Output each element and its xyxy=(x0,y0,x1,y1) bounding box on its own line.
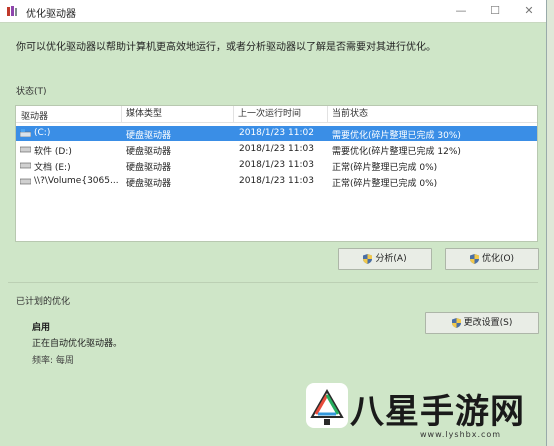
maximize-button[interactable]: ☐ xyxy=(478,0,512,22)
drive-row[interactable]: 软件 (D:) 硬盘驱动器 2018/1/23 11:03 需要优化(碎片整理已… xyxy=(16,142,537,157)
optimize-drives-window: 优化驱动器 — ☐ ✕ 你可以优化驱动器以帮助计算机更高效地运行，或者分析驱动器… xyxy=(0,0,547,446)
last-run-time: 2018/1/23 11:03 xyxy=(239,160,314,170)
current-status: 正常(碎片整理已完成 0%) xyxy=(332,163,438,173)
optimize-button-label: 优化(O) xyxy=(481,254,515,264)
media-type: 硬盘驱动器 xyxy=(126,163,172,173)
uac-shield-icon xyxy=(363,253,373,264)
title-bar[interactable]: 优化驱动器 — ☐ ✕ xyxy=(0,0,546,23)
status-label: 状态(T) xyxy=(16,87,47,97)
media-type: 硬盘驱动器 xyxy=(126,179,172,189)
hard-drive-icon xyxy=(20,162,31,169)
schedule-description: 正在自动优化驱动器。 xyxy=(32,339,123,349)
column-header-current-status[interactable]: 当前状态 xyxy=(327,106,368,122)
last-run-time: 2018/1/23 11:02 xyxy=(239,128,314,138)
watermark-logo xyxy=(306,383,348,428)
drive-row[interactable]: \\?\Volume{3065... 硬盘驱动器 2018/1/23 11:03… xyxy=(16,174,537,189)
drive-list[interactable]: 驱动器 媒体类型 上一次运行时间 当前状态 (C:) 硬盘驱动器 2018/1/… xyxy=(15,105,538,242)
analyze-button[interactable]: 分析(A) xyxy=(338,248,432,270)
current-status: 需要优化(碎片整理已完成 12%) xyxy=(332,147,461,157)
schedule-frequency: 频率: 每周 xyxy=(32,356,74,366)
current-status: 正常(碎片整理已完成 0%) xyxy=(332,179,438,189)
media-type: 硬盘驱动器 xyxy=(126,131,172,141)
drive-row[interactable]: 文档 (E:) 硬盘驱动器 2018/1/23 11:03 正常(碎片整理已完成… xyxy=(16,158,537,173)
optimize-button[interactable]: 优化(O) xyxy=(445,248,539,270)
watermark-logo-icon xyxy=(310,388,344,425)
column-header-last-run[interactable]: 上一次运行时间 xyxy=(233,106,301,122)
drive-name: 软件 (D:) xyxy=(34,147,72,157)
current-status: 需要优化(碎片整理已完成 30%) xyxy=(332,131,461,141)
minimize-button[interactable]: — xyxy=(444,0,478,22)
drive-name: (C:) xyxy=(34,128,51,138)
window-title: 优化驱动器 xyxy=(26,9,76,20)
intro-text: 你可以优化驱动器以帮助计算机更高效地运行，或者分析驱动器以了解是否需要对其进行优… xyxy=(16,42,436,53)
uac-shield-icon xyxy=(451,317,461,328)
analyze-button-label: 分析(A) xyxy=(375,254,407,264)
last-run-time: 2018/1/23 11:03 xyxy=(239,176,314,186)
last-run-time: 2018/1/23 11:03 xyxy=(239,144,314,154)
close-button[interactable]: ✕ xyxy=(512,0,546,22)
change-settings-button-label: 更改设置(S) xyxy=(463,318,513,328)
change-settings-button[interactable]: 更改设置(S) xyxy=(425,312,539,334)
hard-drive-icon xyxy=(20,146,31,153)
drive-list-header: 驱动器 媒体类型 上一次运行时间 当前状态 xyxy=(16,106,537,123)
scheduled-optimization-label: 已计划的优化 xyxy=(16,297,71,307)
watermark-text: 八星手游网 xyxy=(350,392,525,432)
media-type: 硬盘驱动器 xyxy=(126,147,172,157)
hard-drive-icon xyxy=(20,178,31,185)
watermark-url: www.lyshbx.com xyxy=(420,430,502,439)
schedule-state: 启用 xyxy=(32,323,51,333)
uac-shield-icon xyxy=(469,253,479,264)
defrag-app-icon xyxy=(7,6,17,16)
drive-name: 文档 (E:) xyxy=(34,163,71,173)
drive-name: \\?\Volume{3065... xyxy=(34,176,119,186)
drive-row[interactable]: (C:) 硬盘驱动器 2018/1/23 11:02 需要优化(碎片整理已完成 … xyxy=(16,126,537,141)
windows-drive-icon xyxy=(20,129,31,137)
section-divider xyxy=(8,282,538,283)
column-header-drive[interactable]: 驱动器 xyxy=(21,109,48,122)
column-header-media-type[interactable]: 媒体类型 xyxy=(121,106,162,122)
